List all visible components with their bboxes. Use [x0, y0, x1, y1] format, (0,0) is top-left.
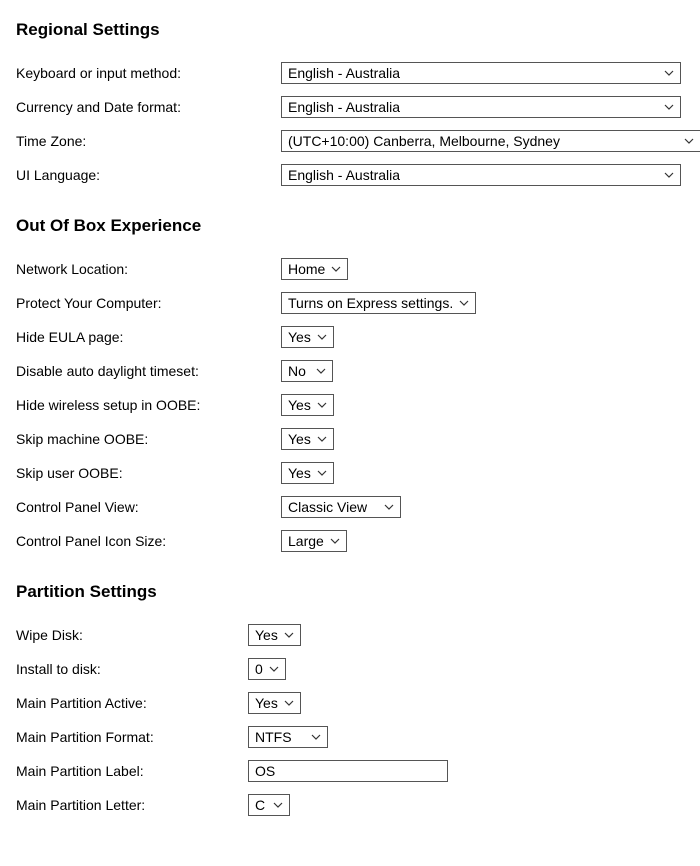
- wipedisk-row: Wipe Disk: Yes: [16, 622, 684, 648]
- chevron-down-icon: [330, 538, 340, 544]
- currency-label: Currency and Date format:: [16, 99, 281, 115]
- wipedisk-select-value: Yes: [255, 627, 278, 643]
- chevron-down-icon: [317, 334, 327, 340]
- daylight-row: Disable auto daylight timeset: No: [16, 358, 684, 384]
- chevron-down-icon: [311, 734, 321, 740]
- currency-select[interactable]: English - Australia: [281, 96, 681, 118]
- network-label: Network Location:: [16, 261, 281, 277]
- daylight-select-value: No: [288, 363, 306, 379]
- keyboard-select-value: English - Australia: [288, 65, 400, 81]
- cpanelicon-select-value: Large: [288, 533, 324, 549]
- mainactive-select-value: Yes: [255, 695, 278, 711]
- chevron-down-icon: [331, 266, 341, 272]
- timezone-row: Time Zone: (UTC+10:00) Canberra, Melbour…: [16, 128, 684, 154]
- skipuser-select[interactable]: Yes: [281, 462, 334, 484]
- mainlabel-label: Main Partition Label:: [16, 763, 248, 779]
- mainletter-select[interactable]: C: [248, 794, 290, 816]
- network-select-value: Home: [288, 261, 325, 277]
- mainformat-row: Main Partition Format: NTFS: [16, 724, 684, 750]
- protect-label: Protect Your Computer:: [16, 295, 281, 311]
- regional-settings-section: Regional Settings Keyboard or input meth…: [16, 20, 684, 188]
- timezone-select-value: (UTC+10:00) Canberra, Melbourne, Sydney: [288, 133, 560, 149]
- network-select[interactable]: Home: [281, 258, 348, 280]
- hideeula-select[interactable]: Yes: [281, 326, 334, 348]
- chevron-down-icon: [317, 402, 327, 408]
- oobe-section: Out Of Box Experience Network Location: …: [16, 216, 684, 554]
- installdisk-select-value: 0: [255, 661, 263, 677]
- mainformat-select[interactable]: NTFS: [248, 726, 328, 748]
- hideeula-select-value: Yes: [288, 329, 311, 345]
- hidewireless-select-value: Yes: [288, 397, 311, 413]
- hideeula-label: Hide EULA page:: [16, 329, 281, 345]
- partition-settings-section: Partition Settings Wipe Disk: Yes Instal…: [16, 582, 684, 818]
- chevron-down-icon: [273, 802, 283, 808]
- mainactive-select[interactable]: Yes: [248, 692, 301, 714]
- chevron-down-icon: [317, 470, 327, 476]
- mainlabel-row: Main Partition Label:: [16, 758, 684, 784]
- wipedisk-select[interactable]: Yes: [248, 624, 301, 646]
- keyboard-row: Keyboard or input method: English - Aust…: [16, 60, 684, 86]
- cpanelview-select-value: Classic View: [288, 499, 367, 515]
- mainactive-row: Main Partition Active: Yes: [16, 690, 684, 716]
- installdisk-row: Install to disk: 0: [16, 656, 684, 682]
- mainlabel-input[interactable]: [248, 760, 448, 782]
- network-row: Network Location: Home: [16, 256, 684, 282]
- protect-select[interactable]: Turns on Express settings.: [281, 292, 476, 314]
- uilang-label: UI Language:: [16, 167, 281, 183]
- protect-row: Protect Your Computer: Turns on Express …: [16, 290, 684, 316]
- hidewireless-row: Hide wireless setup in OOBE: Yes: [16, 392, 684, 418]
- chevron-down-icon: [269, 666, 279, 672]
- chevron-down-icon: [316, 368, 326, 374]
- mainletter-row: Main Partition Letter: C: [16, 792, 684, 818]
- mainletter-select-value: C: [255, 797, 265, 813]
- timezone-select[interactable]: (UTC+10:00) Canberra, Melbourne, Sydney: [281, 130, 700, 152]
- chevron-down-icon: [684, 138, 694, 144]
- uilang-select-value: English - Australia: [288, 167, 400, 183]
- partition-settings-heading: Partition Settings: [16, 582, 684, 602]
- hidewireless-select[interactable]: Yes: [281, 394, 334, 416]
- chevron-down-icon: [384, 504, 394, 510]
- skipuser-select-value: Yes: [288, 465, 311, 481]
- chevron-down-icon: [284, 632, 294, 638]
- mainactive-label: Main Partition Active:: [16, 695, 248, 711]
- hideeula-row: Hide EULA page: Yes: [16, 324, 684, 350]
- chevron-down-icon: [664, 70, 674, 76]
- timezone-label: Time Zone:: [16, 133, 281, 149]
- cpanelicon-label: Control Panel Icon Size:: [16, 533, 281, 549]
- wipedisk-label: Wipe Disk:: [16, 627, 248, 643]
- chevron-down-icon: [664, 172, 674, 178]
- keyboard-label: Keyboard or input method:: [16, 65, 281, 81]
- cpanelicon-select[interactable]: Large: [281, 530, 347, 552]
- oobe-heading: Out Of Box Experience: [16, 216, 684, 236]
- currency-row: Currency and Date format: English - Aust…: [16, 94, 684, 120]
- chevron-down-icon: [317, 436, 327, 442]
- installdisk-label: Install to disk:: [16, 661, 248, 677]
- cpanelicon-row: Control Panel Icon Size: Large: [16, 528, 684, 554]
- cpanelview-row: Control Panel View: Classic View: [16, 494, 684, 520]
- currency-select-value: English - Australia: [288, 99, 400, 115]
- mainformat-select-value: NTFS: [255, 729, 292, 745]
- daylight-select[interactable]: No: [281, 360, 333, 382]
- regional-settings-heading: Regional Settings: [16, 20, 684, 40]
- cpanelview-select[interactable]: Classic View: [281, 496, 401, 518]
- cpanelview-label: Control Panel View:: [16, 499, 281, 515]
- uilang-row: UI Language: English - Australia: [16, 162, 684, 188]
- skipmachine-label: Skip machine OOBE:: [16, 431, 281, 447]
- uilang-select[interactable]: English - Australia: [281, 164, 681, 186]
- daylight-label: Disable auto daylight timeset:: [16, 363, 281, 379]
- chevron-down-icon: [459, 300, 469, 306]
- skipmachine-select[interactable]: Yes: [281, 428, 334, 450]
- skipuser-row: Skip user OOBE: Yes: [16, 460, 684, 486]
- installdisk-select[interactable]: 0: [248, 658, 286, 680]
- keyboard-select[interactable]: English - Australia: [281, 62, 681, 84]
- skipmachine-row: Skip machine OOBE: Yes: [16, 426, 684, 452]
- chevron-down-icon: [284, 700, 294, 706]
- mainformat-label: Main Partition Format:: [16, 729, 248, 745]
- hidewireless-label: Hide wireless setup in OOBE:: [16, 397, 281, 413]
- chevron-down-icon: [664, 104, 674, 110]
- skipmachine-select-value: Yes: [288, 431, 311, 447]
- protect-select-value: Turns on Express settings.: [288, 295, 453, 311]
- skipuser-label: Skip user OOBE:: [16, 465, 281, 481]
- mainletter-label: Main Partition Letter:: [16, 797, 248, 813]
